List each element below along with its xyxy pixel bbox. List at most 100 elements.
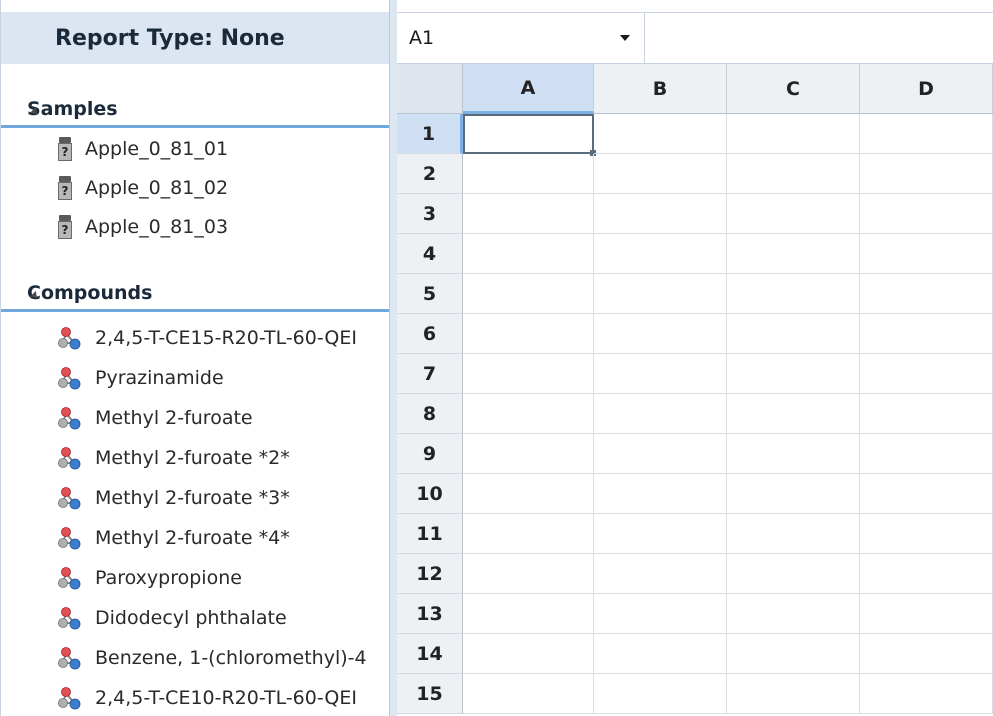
cell-b9[interactable] [594,434,727,474]
formula-input[interactable] [646,13,993,63]
column-header-c[interactable]: C [727,64,860,114]
cell-a15[interactable] [463,674,594,714]
compound-item[interactable]: Methyl 2-furoate *3* [1,478,391,518]
column-header-d[interactable]: D [860,64,993,114]
compound-item[interactable]: 2,4,5-T-CE15-R20-TL-60-QEI [1,318,391,358]
row-header-1[interactable]: 1 [397,114,463,154]
row-header-8[interactable]: 8 [397,394,463,434]
cell-d3[interactable] [860,194,993,234]
compounds-group-header[interactable]: Compounds [1,276,391,312]
cell-d13[interactable] [860,594,993,634]
cell-b11[interactable] [594,514,727,554]
samples-group-header[interactable]: Samples [1,92,391,128]
cell-d11[interactable] [860,514,993,554]
cell-b7[interactable] [594,354,727,394]
cell-c4[interactable] [727,234,860,274]
cell-a6[interactable] [463,314,594,354]
compound-item[interactable]: Didodecyl phthalate [1,598,391,638]
row-header-2[interactable]: 2 [397,154,463,194]
cell-c6[interactable] [727,314,860,354]
cell-d9[interactable] [860,434,993,474]
cell-c9[interactable] [727,434,860,474]
cell-a1[interactable] [463,114,594,154]
cell-c1[interactable] [727,114,860,154]
cell-d10[interactable] [860,474,993,514]
cell-a5[interactable] [463,274,594,314]
compound-item[interactable]: Methyl 2-furoate *4* [1,518,391,558]
row-header-7[interactable]: 7 [397,354,463,394]
row-header-6[interactable]: 6 [397,314,463,354]
cell-a11[interactable] [463,514,594,554]
cell-d14[interactable] [860,634,993,674]
row-header-12[interactable]: 12 [397,554,463,594]
cell-c10[interactable] [727,474,860,514]
panel-splitter[interactable] [389,0,397,716]
cell-b2[interactable] [594,154,727,194]
cell-b4[interactable] [594,234,727,274]
compound-item[interactable]: Methyl 2-furoate [1,398,391,438]
row-header-14[interactable]: 14 [397,634,463,674]
cell-a9[interactable] [463,434,594,474]
cell-b12[interactable] [594,554,727,594]
cell-a12[interactable] [463,554,594,594]
cell-c11[interactable] [727,514,860,554]
cell-c14[interactable] [727,634,860,674]
cell-b5[interactable] [594,274,727,314]
row-header-13[interactable]: 13 [397,594,463,634]
sample-item[interactable]: ? Apple_0_81_02 [1,168,391,208]
cell-a13[interactable] [463,594,594,634]
cell-c12[interactable] [727,554,860,594]
dropdown-arrow-icon[interactable] [620,35,630,41]
cell-d15[interactable] [860,674,993,714]
cell-d12[interactable] [860,554,993,594]
cell-d4[interactable] [860,234,993,274]
cell-a2[interactable] [463,154,594,194]
cell-c7[interactable] [727,354,860,394]
cell-c13[interactable] [727,594,860,634]
compound-item[interactable]: 2,4,5-T-CE10-R20-TL-60-QEI [1,678,391,716]
name-box[interactable]: A1 [397,13,645,63]
row-header-11[interactable]: 11 [397,514,463,554]
cell-c5[interactable] [727,274,860,314]
cell-b3[interactable] [594,194,727,234]
cell-c3[interactable] [727,194,860,234]
column-header-a[interactable]: A [463,64,594,114]
cell-a4[interactable] [463,234,594,274]
row-header-3[interactable]: 3 [397,194,463,234]
cell-d7[interactable] [860,354,993,394]
select-all-corner[interactable] [397,64,463,114]
compound-item[interactable]: Benzene, 1-(chloromethyl)-4 [1,638,391,678]
cell-c8[interactable] [727,394,860,434]
compound-item[interactable]: Methyl 2-furoate *2* [1,438,391,478]
cell-b13[interactable] [594,594,727,634]
row-header-5[interactable]: 5 [397,274,463,314]
cell-b15[interactable] [594,674,727,714]
cell-a8[interactable] [463,394,594,434]
cell-d1[interactable] [860,114,993,154]
cell-b1[interactable] [594,114,727,154]
cell-d8[interactable] [860,394,993,434]
cell-d2[interactable] [860,154,993,194]
compound-item[interactable]: Pyrazinamide [1,358,391,398]
column-header-b[interactable]: B [594,64,727,114]
cell-a14[interactable] [463,634,594,674]
cell-b6[interactable] [594,314,727,354]
cell-c2[interactable] [727,154,860,194]
cell-c15[interactable] [727,674,860,714]
row-header-9[interactable]: 9 [397,434,463,474]
cell-d6[interactable] [860,314,993,354]
row-header-10[interactable]: 10 [397,474,463,514]
row-header-4[interactable]: 4 [397,234,463,274]
cell-a10[interactable] [463,474,594,514]
cell-a3[interactable] [463,194,594,234]
sample-item[interactable]: ? Apple_0_81_01 [1,129,391,169]
cell-b10[interactable] [594,474,727,514]
cell-a7[interactable] [463,354,594,394]
compound-item[interactable]: Paroxypropione [1,558,391,598]
cell-b8[interactable] [594,394,727,434]
cell-d5[interactable] [860,274,993,314]
sample-item[interactable]: ? Apple_0_81_03 [1,207,391,247]
cell-b14[interactable] [594,634,727,674]
report-type-header[interactable]: Report Type: None [1,12,389,64]
row-header-15[interactable]: 15 [397,674,463,714]
